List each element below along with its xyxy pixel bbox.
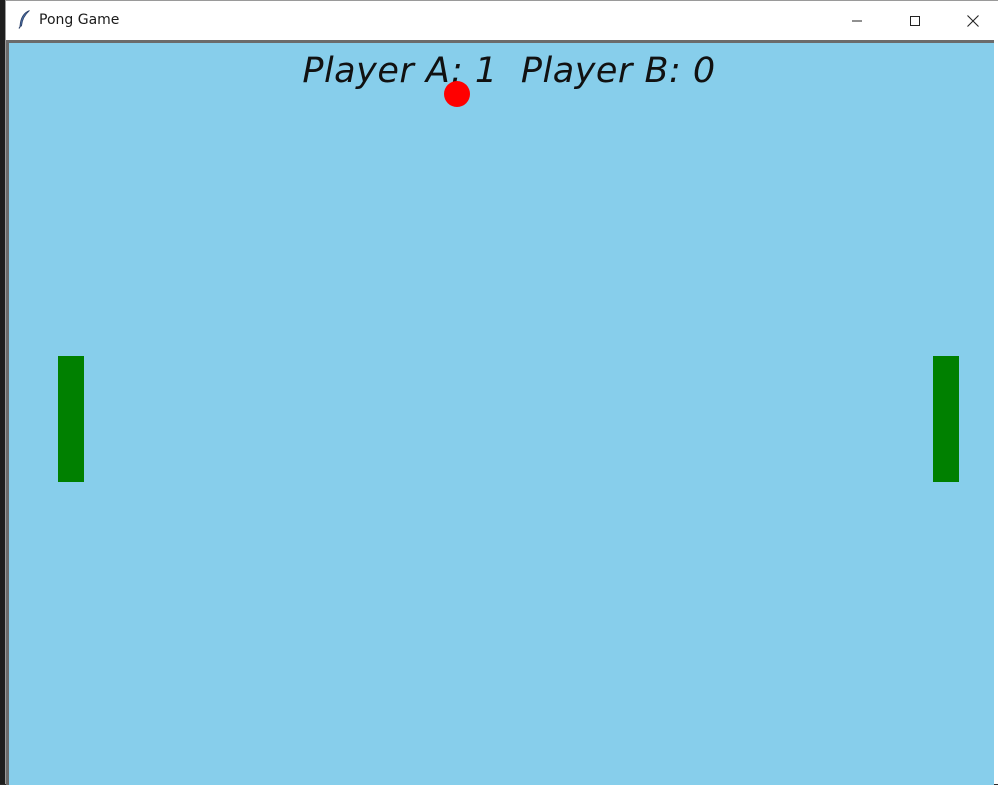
pong-window: Pong Game Player A: 1 Player B: 0 (5, 0, 998, 785)
canvas-frame: Player A: 1 Player B: 0 (6, 40, 994, 785)
paddle-player-a (58, 356, 84, 482)
maximize-icon (910, 15, 920, 26)
close-button[interactable] (944, 1, 998, 40)
maximize-button[interactable] (886, 1, 944, 40)
paddle-player-b (933, 356, 959, 482)
minimize-button[interactable] (828, 1, 886, 40)
title-bar[interactable]: Pong Game (6, 1, 998, 40)
game-canvas[interactable]: Player A: 1 Player B: 0 (9, 43, 994, 785)
window-title: Pong Game (39, 12, 120, 28)
ball (444, 81, 470, 107)
feather-icon (18, 10, 30, 29)
close-icon (967, 14, 979, 27)
scoreboard: Player A: 1 Player B: 0 (302, 51, 716, 91)
minimize-icon (852, 20, 862, 21)
